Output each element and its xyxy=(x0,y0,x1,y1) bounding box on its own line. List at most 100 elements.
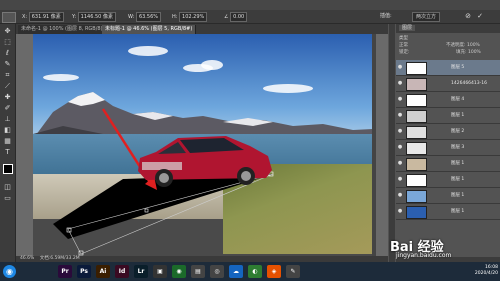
gradient-tool-icon[interactable]: ▦ xyxy=(2,136,13,146)
layer-row[interactable]: ● 图层 3 xyxy=(396,140,500,156)
layers-panel-header: 图层 xyxy=(396,24,500,33)
layers-tab[interactable]: 图层 xyxy=(399,25,416,31)
taskbar-app-icon[interactable]: ☁ xyxy=(229,265,243,278)
layer-name: 图层 1 xyxy=(451,161,465,166)
text-tool-icon[interactable]: T xyxy=(2,147,13,157)
layer-row[interactable]: ● 1426466413-16 xyxy=(396,76,500,92)
layer-thumbnail xyxy=(406,206,427,219)
document-tab[interactable]: 未命名-1 @ 100% (图层 8, RGB/8) xyxy=(18,25,107,34)
taskbar-app-icon[interactable]: ◈ xyxy=(267,265,281,278)
quick-mask-icon[interactable]: ◫ xyxy=(2,182,13,192)
taskbar-app-icon[interactable]: Lr xyxy=(134,265,148,278)
document-tabs: 未命名-1 @ 100% (图层 8, RGB/8) 未标题-1 @ 46.6%… xyxy=(16,24,388,34)
cancel-transform-icon[interactable]: ⊘ xyxy=(464,12,472,20)
brush-tool-icon[interactable]: ✐ xyxy=(2,103,13,113)
eraser-tool-icon[interactable]: ◧ xyxy=(2,125,13,135)
visibility-eye-icon[interactable]: ● xyxy=(397,128,403,134)
foreground-color-swatch[interactable] xyxy=(3,164,13,174)
layer-row[interactable]: ● 图层 4 xyxy=(396,92,500,108)
visibility-eye-icon[interactable]: ● xyxy=(397,64,403,70)
vertical-scrollbar[interactable] xyxy=(372,34,376,256)
visibility-eye-icon[interactable]: ● xyxy=(397,176,403,182)
layer-name: 图层 1 xyxy=(451,209,465,214)
layer-name: 1426466413-16 xyxy=(451,81,487,86)
taskbar-app-icon[interactable]: ◎ xyxy=(210,265,224,278)
marquee-tool-icon[interactable]: ⬚ xyxy=(2,37,13,47)
blend-mode-select[interactable]: 正常 xyxy=(399,42,408,48)
layer-row[interactable]: ● 图层 1 xyxy=(396,108,500,124)
taskbar-app-icon[interactable]: Ps xyxy=(77,265,91,278)
taskbar-app-icon[interactable]: Pr xyxy=(58,265,72,278)
document-tab-active[interactable]: 未标题-1 @ 46.6% (图层 5, RGB/8#) xyxy=(102,25,197,34)
healing-brush-tool-icon[interactable]: ✚ xyxy=(2,92,13,102)
visibility-eye-icon[interactable]: ● xyxy=(397,112,403,118)
start-button[interactable]: ◉ xyxy=(3,265,16,278)
layer-kind-filter[interactable]: 类型 xyxy=(399,35,408,41)
x-field[interactable]: X: 631.91 像素 xyxy=(22,12,64,22)
layer-thumbnail xyxy=(406,126,427,139)
visibility-eye-icon[interactable]: ● xyxy=(397,160,403,166)
layers-controls: 类型 正常 不透明度: 100% 锁定: 填充: 100% xyxy=(396,34,500,56)
layer-thumbnail xyxy=(406,110,427,123)
stamp-tool-icon[interactable]: ⊥ xyxy=(2,114,13,124)
w-value[interactable]: 63.56% xyxy=(135,12,162,22)
lasso-tool-icon[interactable]: ℓ xyxy=(2,48,13,58)
layer-row[interactable]: ● 图层 2 xyxy=(396,124,500,140)
options-bar: X: 631.91 像素 Y: 1146.50 像素 W: 63.56% H: … xyxy=(0,10,500,24)
layer-row[interactable]: ● 图层 1 xyxy=(396,172,500,188)
visibility-eye-icon[interactable]: ● xyxy=(397,80,403,86)
layer-row[interactable]: ● 图层 1 xyxy=(396,188,500,204)
move-tool-icon[interactable]: ✥ xyxy=(2,26,13,36)
zoom-level[interactable]: 46.6% xyxy=(20,256,34,261)
layer-name: 图层 4 xyxy=(451,97,465,102)
visibility-eye-icon[interactable]: ● xyxy=(397,144,403,150)
interpolation-select[interactable]: 两次立方 xyxy=(412,12,441,22)
layer-thumbnail xyxy=(406,142,427,155)
angle-value[interactable]: 0.00 xyxy=(230,12,248,22)
h-field[interactable]: H: 102.29% xyxy=(172,12,208,22)
w-field[interactable]: W: 63.56% xyxy=(128,12,162,22)
crop-tool-icon[interactable]: ⌗ xyxy=(2,70,13,80)
layer-row[interactable]: ● 图层 5 xyxy=(396,60,500,76)
x-value[interactable]: 631.91 像素 xyxy=(28,12,64,22)
opacity-value: 100% xyxy=(466,43,480,48)
taskbar-app-icon[interactable]: ▤ xyxy=(191,265,205,278)
opacity-label: 不透明度: xyxy=(446,43,466,48)
visibility-eye-icon[interactable]: ● xyxy=(397,192,403,198)
eyedropper-tool-icon[interactable]: ⟋ xyxy=(2,81,13,91)
taskbar-app-icon[interactable]: Id xyxy=(115,265,129,278)
fill-label: 填充: xyxy=(456,50,467,55)
fill-field[interactable]: 填充: 100% xyxy=(456,49,481,55)
taskbar-app-icon[interactable]: ◉ xyxy=(172,265,186,278)
opacity-field[interactable]: 不透明度: 100% xyxy=(446,42,480,48)
taskbar: ◉ Pr Ps Ai Id Lr ▣ ◉ ▤ ◎ ☁ ◐ ◈ ✎ 16:08 2020/4/20 xyxy=(0,262,500,281)
layer-row[interactable]: ● 图层 1 xyxy=(396,204,500,220)
layer-row[interactable]: ● 图层 1 xyxy=(396,156,500,172)
y-value[interactable]: 1146.50 像素 xyxy=(77,12,116,22)
clock[interactable]: 16:08 2020/4/20 xyxy=(466,265,498,278)
taskbar-app-icon[interactable]: ▣ xyxy=(153,265,167,278)
visibility-eye-icon[interactable]: ● xyxy=(397,208,403,214)
y-field[interactable]: Y: 1146.50 像素 xyxy=(72,12,116,22)
layer-thumbnail xyxy=(406,94,427,107)
visibility-eye-icon[interactable]: ● xyxy=(397,96,403,102)
layer-thumbnail xyxy=(406,158,427,171)
quick-select-tool-icon[interactable]: ✎ xyxy=(2,59,13,69)
commit-transform-icon[interactable]: ✓ xyxy=(476,12,484,20)
menu-bar xyxy=(0,0,500,10)
taskbar-app-icon[interactable]: Ai xyxy=(96,265,110,278)
taskbar-app-icon[interactable]: ◐ xyxy=(248,265,262,278)
h-value[interactable]: 102.29% xyxy=(179,12,208,22)
screen-mode-icon[interactable]: ▭ xyxy=(2,193,13,203)
image-canvas[interactable] xyxy=(33,34,373,257)
y-label: Y: xyxy=(72,14,77,20)
taskbar-app-icon[interactable]: ✎ xyxy=(286,265,300,278)
layer-thumbnail xyxy=(406,190,427,203)
angle-field[interactable]: ∠ 0.00 xyxy=(224,12,248,22)
document-size: 文档:6.59M/33.2M xyxy=(39,256,80,261)
tools-panel: ✥ ⬚ ℓ ✎ ⌗ ⟋ ✚ ✐ ⊥ ◧ ▦ T ◫ ▭ xyxy=(0,24,17,262)
tool-preset-picker[interactable] xyxy=(2,12,16,23)
layer-name: 图层 3 xyxy=(451,145,465,150)
layer-thumbnail xyxy=(406,78,427,91)
x-label: X: xyxy=(22,14,28,20)
